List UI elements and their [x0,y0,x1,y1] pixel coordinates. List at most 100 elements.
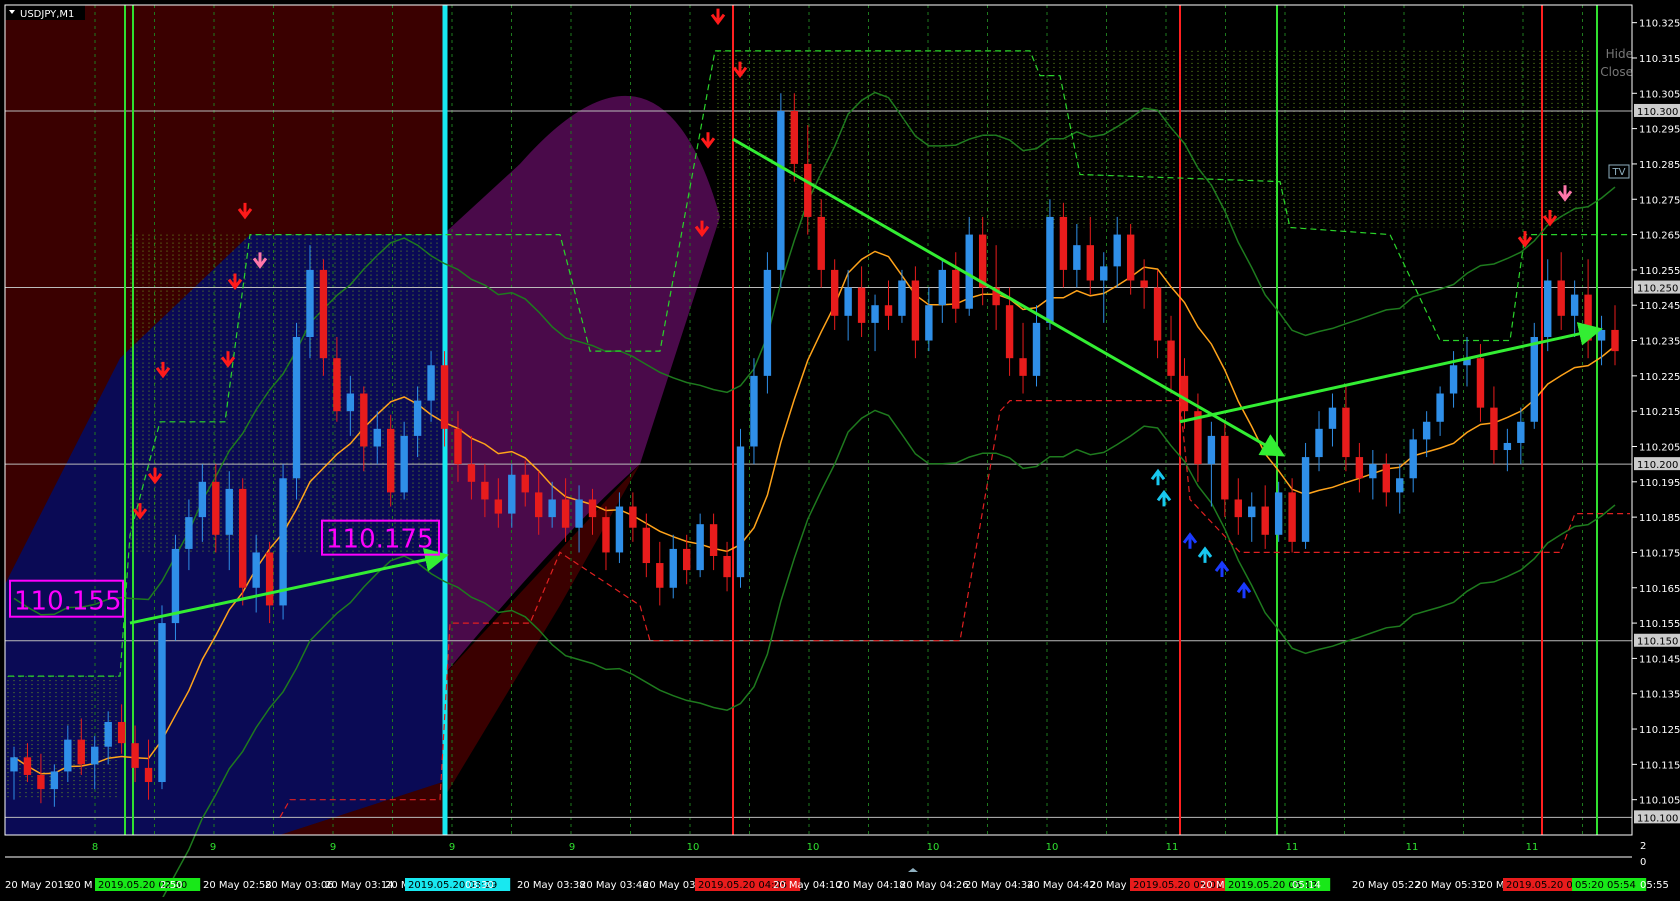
candle-body [642,527,651,564]
y-tick-label: 110.125 [1639,725,1680,736]
x-tick-label: 05:14 [1292,880,1321,891]
level-tag-label: 110.200 [1637,460,1678,471]
candle-body [1086,245,1095,281]
candle-body [1544,280,1552,337]
y-tick-label: 110.275 [1639,195,1680,206]
x-tick-label: 20 May 04:26 [900,880,969,891]
candle-body [750,375,758,447]
chart-canvas[interactable]: 110.155 110.175 110.325 110.315 110.305 110.2… [0,0,1680,901]
candle-body [1207,435,1216,465]
candle-body [1234,499,1242,518]
candle-body [1126,234,1135,281]
candle-body [682,548,691,571]
y-tick-label: 110.185 [1639,513,1680,524]
sell-signal-arrow [700,132,716,149]
y-tick-label: 110.325 [1639,19,1680,30]
window-title: USDJPY,M1 [20,9,74,20]
candle-body [117,721,126,744]
candle-body [804,163,812,217]
x-tick-label: 20 May 04:18 [837,880,906,891]
candle-body [1005,305,1014,359]
candle-body [669,548,677,588]
candle-body [548,499,556,518]
candle-body [656,563,664,588]
candle-body [1570,294,1579,316]
candle-body [1248,506,1256,518]
level-tag-label: 110.250 [1637,284,1678,295]
indicator-label: 10 [687,842,700,853]
candle-body [1100,266,1108,281]
candle-body [1315,428,1323,458]
sell-signal-arrow [710,8,726,26]
y-tick-label: 110.145 [1639,654,1680,665]
x-tick-label: 20 May 04:10 [773,880,842,891]
candle-body [1167,340,1175,376]
candle-body [1019,358,1027,376]
y-tick-label: 110.315 [1639,54,1680,65]
y-tick-label: 110.165 [1639,584,1680,595]
buy-signal-arrow [1156,489,1172,507]
candle-body [279,478,287,606]
x-tick-label: 20 May 05:22 [1352,880,1421,891]
candle-body [265,552,274,606]
candle-body [1301,457,1310,542]
candle-body [1153,287,1162,341]
x-tick-label: 20 May 04:34 [965,880,1034,891]
y-tick-label: 110.105 [1639,796,1680,807]
candle-body [10,757,18,772]
scroll-marker-icon [908,868,918,872]
price-label-110175: 110.175 [326,525,434,555]
candle-body [1288,492,1296,542]
candle-body [198,481,207,518]
x-tick-label: 20 May 03:06 [265,880,334,891]
trend-arrow [732,137,1286,457]
level-tag-label: 110.150 [1637,637,1678,648]
x-tick-label: 03:30 [465,880,494,891]
candle-body [1355,457,1364,479]
y-tick-label: 110.285 [1639,160,1680,171]
candle-body [1530,337,1538,422]
x-tick-label: 20 May 02:58 [203,880,272,891]
candle-body [1517,421,1525,443]
candle-body [1409,439,1417,479]
candle-body [77,739,85,765]
candle-body [1476,358,1485,408]
y-tick-label: 110.265 [1639,231,1680,242]
buy-signal-arrow [1236,581,1252,599]
candle-body [521,474,529,493]
candle-body [790,110,799,164]
x-time-tag-label: 05:20 05:54 [1575,880,1636,891]
candle-body [777,110,785,270]
y-tick-label: 110.225 [1639,372,1680,383]
candle-body [373,428,381,447]
candle-body [508,474,516,514]
buy-signal-arrow [1150,468,1166,486]
candle-body [400,435,408,493]
candle-body [158,623,166,783]
y-tick-label: 110.215 [1639,407,1680,418]
indicator-label: 11 [1526,842,1539,853]
sub-scale-label: 2 [1640,841,1646,852]
buy-signal-arrow [1182,532,1198,549]
candle-body [1221,435,1229,500]
price-chart[interactable]: 110.155 110.175 110.325 110.315 110.305 110.2… [0,0,1680,901]
y-tick-label: 110.155 [1639,619,1680,630]
zone-purple [443,95,720,677]
indicator-label: 9 [449,842,455,853]
candle-body [736,446,745,578]
candle-body [911,280,920,341]
candle-body [91,746,99,765]
candle-body [898,280,906,316]
candle-body [1274,492,1283,535]
candle-body [50,771,59,790]
candle-body [23,757,32,775]
candle-body [575,499,583,528]
candle-body [131,743,139,768]
candle-body [37,774,45,790]
candle-body [1382,464,1390,493]
candle-body [1261,506,1269,535]
y-tick-label: 110.305 [1639,89,1680,100]
candle-body [1113,234,1121,267]
candle-body [454,428,462,465]
candle-body [346,393,355,412]
